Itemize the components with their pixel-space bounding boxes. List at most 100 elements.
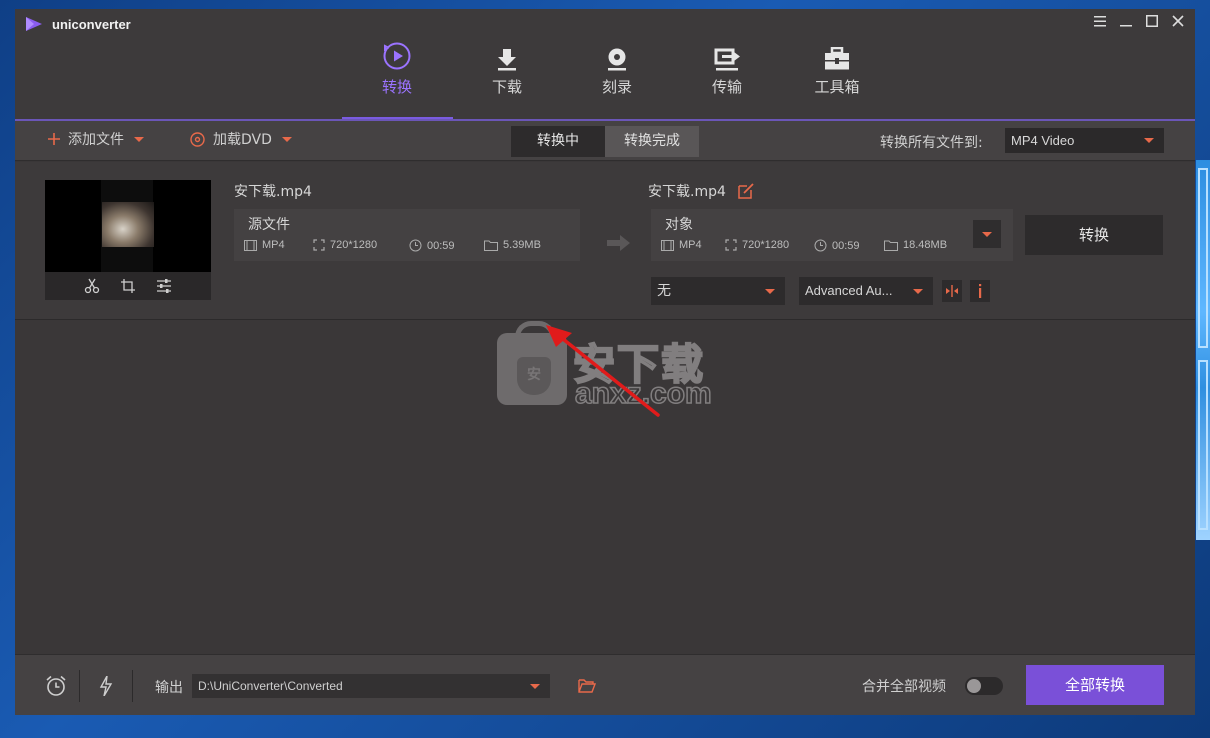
audio-track-value: Advanced Au... [805,283,893,298]
open-folder-icon[interactable] [576,675,598,697]
source-resolution-value: 720*1280 [330,239,378,251]
file-item: 安下载.mp4 源文件 MP4 720*1280 00:59 5.39MB 安下… [15,162,1195,320]
convert-icon [382,39,412,71]
load-dvd-button[interactable]: 加载DVD [190,129,292,149]
target-size-value: 18.48MB [903,239,948,251]
load-dvd-label: 加载DVD [213,132,272,148]
maximize-icon[interactable] [1143,12,1161,30]
source-format-value: MP4 [262,239,285,251]
chevron-down-icon [765,289,775,294]
source-info-box: 源文件 MP4 720*1280 00:59 5.39MB [234,209,580,261]
annotation-arrow [546,325,660,417]
resolution-icon [313,239,325,251]
chevron-down-icon [530,684,540,689]
tab-download[interactable]: 下载 [452,39,562,121]
target-size: 18.48MB [884,239,947,251]
desktop-window-fragment [1198,360,1208,530]
target-resolution-value: 720*1280 [742,239,790,251]
transfer-icon [713,39,741,71]
tab-converted[interactable]: 转换完成 [605,126,699,157]
target-format-value: MP4 [679,239,702,251]
folder-icon [484,240,498,251]
target-info-box: 对象 MP4 720*1280 00:59 18.48MB [651,209,1013,261]
download-icon [496,39,518,71]
chevron-down-icon [1144,138,1154,143]
thumbnail-image [102,202,154,247]
subtitle-select[interactable]: 无 [651,277,785,305]
status-tabs: 转换中 转换完成 [511,126,699,157]
target-file-name: 安下载.mp4 [648,184,726,200]
alarm-clock-icon[interactable] [45,675,67,697]
target-resolution: 720*1280 [725,239,789,251]
convert-all-button[interactable]: 全部转换 [1026,665,1164,705]
source-duration-value: 00:59 [427,239,455,252]
toolbar: 添加文件 加载DVD 转换中 转换完成 转换所有文件到: MP4 Video [15,121,1195,161]
title-nav-bar: uniconverter 转换 下载 刻录 传输 工具箱 [15,9,1195,121]
dvd-disc-icon [190,131,205,147]
target-duration: 00:59 [814,239,860,252]
target-settings-dropdown[interactable] [973,220,1001,248]
close-icon[interactable] [1169,12,1187,30]
scissors-icon[interactable] [83,277,101,295]
tab-convert-label: 转换 [381,78,412,96]
lightning-icon[interactable] [95,675,117,697]
film-icon [244,239,257,251]
target-file-name-row: 安下载.mp4 [648,181,754,201]
output-path-select[interactable]: D:\UniConverter\Converted [192,674,550,698]
minimize-icon[interactable] [1117,12,1135,30]
output-format-value: MP4 Video [1011,133,1075,148]
tab-transfer[interactable]: 传输 [672,39,782,121]
tab-toolbox[interactable]: 工具箱 [782,39,892,121]
chevron-down-icon [134,136,144,142]
clock-icon [814,239,827,252]
divider [132,670,133,702]
video-thumbnail[interactable] [45,180,211,272]
source-resolution: 720*1280 [313,239,377,251]
crop-icon[interactable] [119,277,137,295]
merge-all-toggle[interactable] [965,677,1003,695]
resolution-icon [725,239,737,251]
toolbox-icon [823,39,851,71]
subtitle-value: 无 [657,283,671,299]
clock-icon [409,239,422,252]
arrow-right-icon [607,235,631,255]
desktop-background-strip [1196,160,1210,540]
window-controls [1091,12,1187,30]
menu-icon[interactable] [1091,12,1109,30]
app-title: uniconverter [52,16,131,32]
main-nav: 转换 下载 刻录 传输 工具箱 [342,39,892,121]
app-logo: uniconverter [25,16,131,32]
source-size: 5.39MB [484,239,541,251]
audio-track-select[interactable]: Advanced Au... [799,277,933,305]
tab-transfer-label: 传输 [711,78,742,96]
convert-button[interactable]: 转换 [1025,215,1163,255]
convert-all-to-label: 转换所有文件到: [880,135,983,151]
chevron-down-icon [913,289,923,294]
toggle-knob [967,679,981,693]
add-audio-icon[interactable] [942,280,962,302]
output-format-select[interactable]: MP4 Video [1005,128,1164,153]
tab-burn[interactable]: 刻录 [562,39,672,121]
output-path-value: D:\UniConverter\Converted [198,679,343,693]
target-duration-value: 00:59 [832,239,860,252]
source-duration: 00:59 [409,239,455,252]
folder-icon [884,240,898,251]
info-icon[interactable] [970,280,990,302]
edit-tools [45,272,211,300]
adjust-sliders-icon[interactable] [155,277,173,295]
merge-all-label: 合并全部视频 [862,679,946,695]
tab-burn-label: 刻录 [601,78,632,96]
source-format: MP4 [244,239,285,251]
app-window: uniconverter 转换 下载 刻录 传输 工具箱 添加文件 加载DVD … [15,9,1195,715]
tab-toolbox-label: 工具箱 [814,78,860,96]
bottom-bar: 输出 D:\UniConverter\Converted 合并全部视频 全部转换 [15,654,1195,715]
play-logo-icon [26,17,42,31]
chevron-down-icon [982,232,992,237]
tab-converting[interactable]: 转换中 [511,126,605,157]
tab-convert[interactable]: 转换 [342,39,452,121]
chevron-down-icon [281,136,292,142]
add-files-label: 添加文件 [68,132,124,148]
edit-name-icon[interactable] [738,183,754,199]
source-box-title: 源文件 [248,217,290,233]
add-files-button[interactable]: 添加文件 [47,129,144,149]
